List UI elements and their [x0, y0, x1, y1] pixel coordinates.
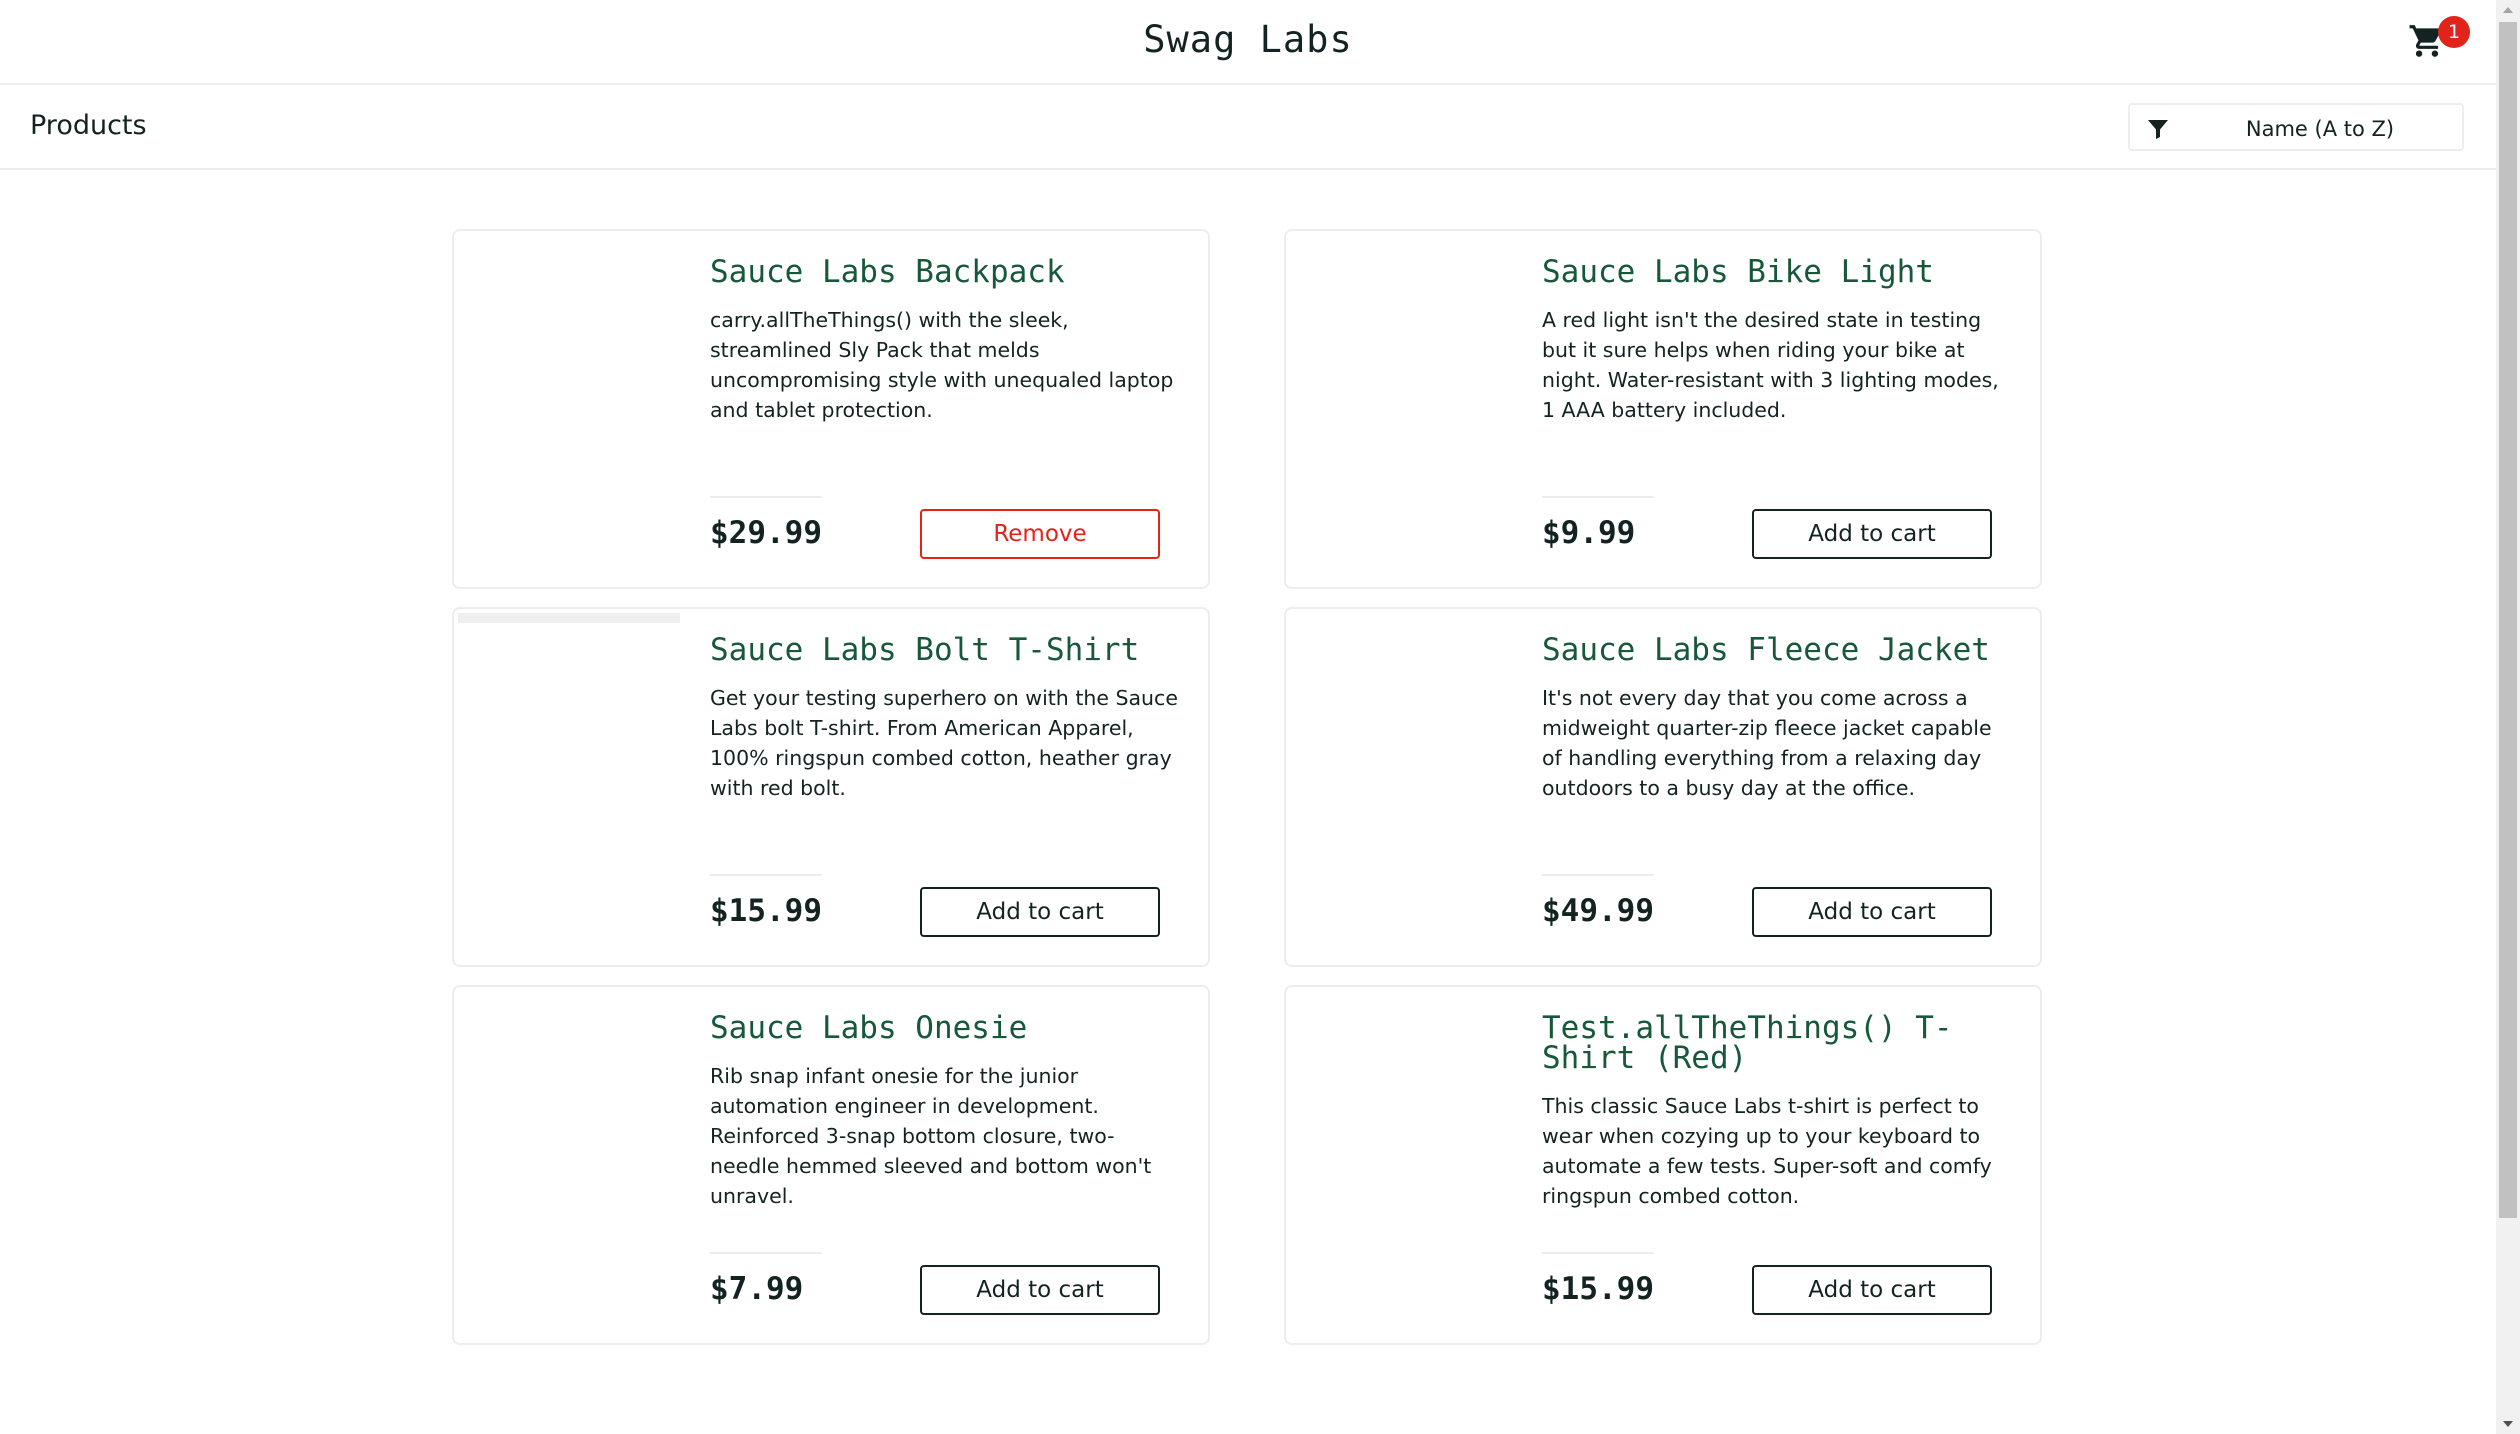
product-name[interactable]: Sauce Labs Backpack [710, 257, 1180, 288]
product-image[interactable] [1290, 991, 1512, 1333]
product-name[interactable]: Test.allTheThings() T-Shirt (Red) [1542, 1013, 2012, 1074]
add-to-cart-button[interactable]: Add to cart [920, 887, 1160, 937]
product-price: $15.99 [710, 893, 822, 929]
vertical-scrollbar[interactable] [2496, 0, 2520, 1434]
product-price: $49.99 [1542, 893, 1654, 929]
product-image[interactable] [458, 613, 680, 955]
divider [1542, 874, 1654, 876]
product-image[interactable] [458, 235, 680, 577]
product-description: Get your testing superhero on with the S… [710, 686, 1178, 800]
product-name[interactable]: Sauce Labs Onesie [710, 1013, 1180, 1044]
divider [1542, 1252, 1654, 1254]
divider [710, 874, 822, 876]
product-description: Rib snap infant onesie for the junior au… [710, 1064, 1152, 1208]
inventory-item: Sauce Labs Backpack carry.allTheThings()… [452, 229, 1210, 589]
product-price: $9.99 [1542, 515, 1636, 551]
inventory-item: Sauce Labs Bolt T-Shirt Get your testing… [452, 607, 1210, 967]
product-price: $29.99 [710, 515, 822, 551]
secondary-header: Products Name (A to Z) [0, 85, 2496, 170]
remove-button[interactable]: Remove [920, 509, 1160, 559]
shopping-cart-link[interactable]: 1 [2408, 16, 2470, 66]
primary-header: Swag Labs 1 [0, 0, 2496, 85]
product-description: carry.allTheThings() with the sleek, str… [710, 308, 1174, 422]
product-image[interactable] [458, 991, 680, 1333]
app-logo: Swag Labs [1143, 18, 1353, 61]
product-name[interactable]: Sauce Labs Bike Light [1542, 257, 2012, 288]
divider [1542, 496, 1654, 498]
filter-icon [2148, 120, 2168, 139]
inventory-item: Sauce Labs Bike Light A red light isn't … [1284, 229, 2042, 589]
product-price: $7.99 [710, 1271, 804, 1307]
product-image[interactable] [1290, 235, 1512, 577]
divider [710, 496, 822, 498]
scroll-down-arrow-icon[interactable] [2496, 1414, 2520, 1434]
product-description: This classic Sauce Labs t-shirt is perfe… [1542, 1094, 1992, 1208]
scrollbar-thumb[interactable] [2499, 22, 2517, 1218]
product-description: A red light isn't the desired state in t… [1542, 308, 1999, 422]
add-to-cart-button[interactable]: Add to cart [1752, 1265, 1992, 1315]
add-to-cart-button[interactable]: Add to cart [1752, 887, 1992, 937]
page: Swag Labs 1 Products Name (A to Z) Sauce… [0, 0, 2496, 1434]
scroll-up-arrow-icon[interactable] [2496, 0, 2520, 20]
product-image[interactable] [1290, 613, 1512, 955]
divider [710, 1252, 822, 1254]
inventory-item: Sauce Labs Onesie Rib snap infant onesie… [452, 985, 1210, 1345]
product-description: It's not every day that you come across … [1542, 686, 1992, 800]
page-title: Products [30, 110, 147, 141]
cart-badge: 1 [2438, 16, 2470, 48]
product-name[interactable]: Sauce Labs Fleece Jacket [1542, 635, 2012, 666]
sort-selected-value: Name (A to Z) [2245, 117, 2395, 141]
inventory-item: Sauce Labs Fleece Jacket It's not every … [1284, 607, 2042, 967]
product-price: $15.99 [1542, 1271, 1654, 1307]
add-to-cart-button[interactable]: Add to cart [920, 1265, 1160, 1315]
inventory-item: Test.allTheThings() T-Shirt (Red) This c… [1284, 985, 2042, 1345]
product-sort-select[interactable]: Name (A to Z) [2128, 103, 2464, 151]
add-to-cart-button[interactable]: Add to cart [1752, 509, 1992, 559]
product-name[interactable]: Sauce Labs Bolt T-Shirt [710, 635, 1180, 666]
